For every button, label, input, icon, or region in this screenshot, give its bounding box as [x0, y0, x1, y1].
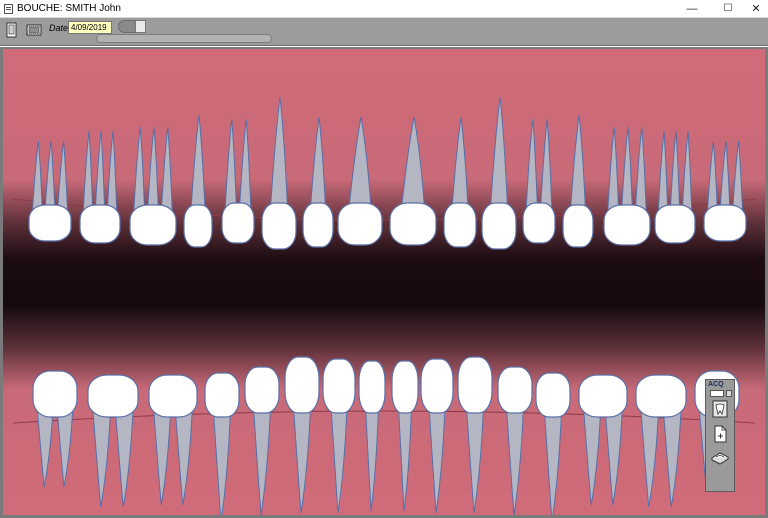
lower-tooth[interactable]	[32, 370, 78, 418]
lower-tooth[interactable]	[420, 358, 454, 414]
document-add-icon[interactable]	[711, 425, 729, 443]
upper-tooth[interactable]	[221, 202, 255, 244]
toggle-thumb[interactable]	[135, 20, 146, 33]
lower-tooth[interactable]	[497, 366, 533, 414]
upper-tooth[interactable]	[603, 204, 651, 246]
date-label: Date	[49, 23, 69, 33]
upper-tooth[interactable]	[481, 202, 517, 250]
lower-tooth[interactable]	[358, 360, 386, 414]
upper-tooth[interactable]	[562, 204, 594, 248]
acq-close-icon[interactable]	[726, 390, 732, 397]
upper-tooth[interactable]	[654, 204, 696, 244]
dental-chart-icon[interactable]	[5, 22, 21, 38]
upper-tooth[interactable]	[129, 204, 177, 246]
upper-tooth[interactable]	[443, 202, 477, 248]
app-icon	[4, 4, 13, 14]
lower-tooth[interactable]	[244, 366, 280, 414]
lower-tooth[interactable]	[284, 356, 320, 414]
upper-tooth[interactable]	[337, 202, 383, 246]
upper-tooth[interactable]	[79, 204, 121, 244]
lower-tooth[interactable]	[635, 374, 687, 418]
progress-bar	[96, 34, 272, 43]
teeth-diagram	[3, 49, 765, 515]
minimize-button[interactable]: —	[680, 0, 704, 18]
acq-title: ACQ	[708, 381, 724, 388]
close-button[interactable]: ✕	[744, 0, 768, 18]
maximize-button[interactable]: ☐	[716, 0, 740, 18]
lower-tooth[interactable]	[322, 358, 356, 414]
lower-tooth[interactable]	[87, 374, 139, 418]
upper-tooth[interactable]	[389, 202, 437, 246]
toggle-switch[interactable]	[118, 20, 146, 33]
upper-tooth[interactable]	[522, 202, 556, 244]
lower-tooth[interactable]	[391, 360, 419, 414]
title-bar: BOUCHE: SMITH John — ☐ ✕	[0, 0, 768, 18]
lower-tooth[interactable]	[457, 356, 493, 414]
lower-tooth[interactable]	[535, 372, 571, 418]
lower-tooth[interactable]	[578, 374, 628, 418]
upper-tooth[interactable]	[183, 204, 213, 248]
film-icon[interactable]	[26, 22, 42, 38]
lower-tooth[interactable]	[204, 372, 240, 418]
toolbar: Date 4/09/2019	[0, 18, 768, 46]
upper-tooth[interactable]	[703, 204, 747, 242]
dental-chart	[0, 47, 768, 518]
upper-tooth[interactable]	[302, 202, 334, 248]
acq-indicator	[710, 390, 724, 397]
lower-tooth[interactable]	[148, 374, 198, 418]
scanner-icon[interactable]	[710, 448, 730, 466]
date-field[interactable]: 4/09/2019	[68, 21, 112, 34]
upper-tooth[interactable]	[261, 202, 297, 250]
window-title: BOUCHE: SMITH John	[17, 3, 121, 14]
acquisition-panel: ACQ	[705, 379, 735, 492]
tooth-xray-icon[interactable]	[711, 400, 729, 418]
upper-tooth[interactable]	[28, 204, 72, 242]
